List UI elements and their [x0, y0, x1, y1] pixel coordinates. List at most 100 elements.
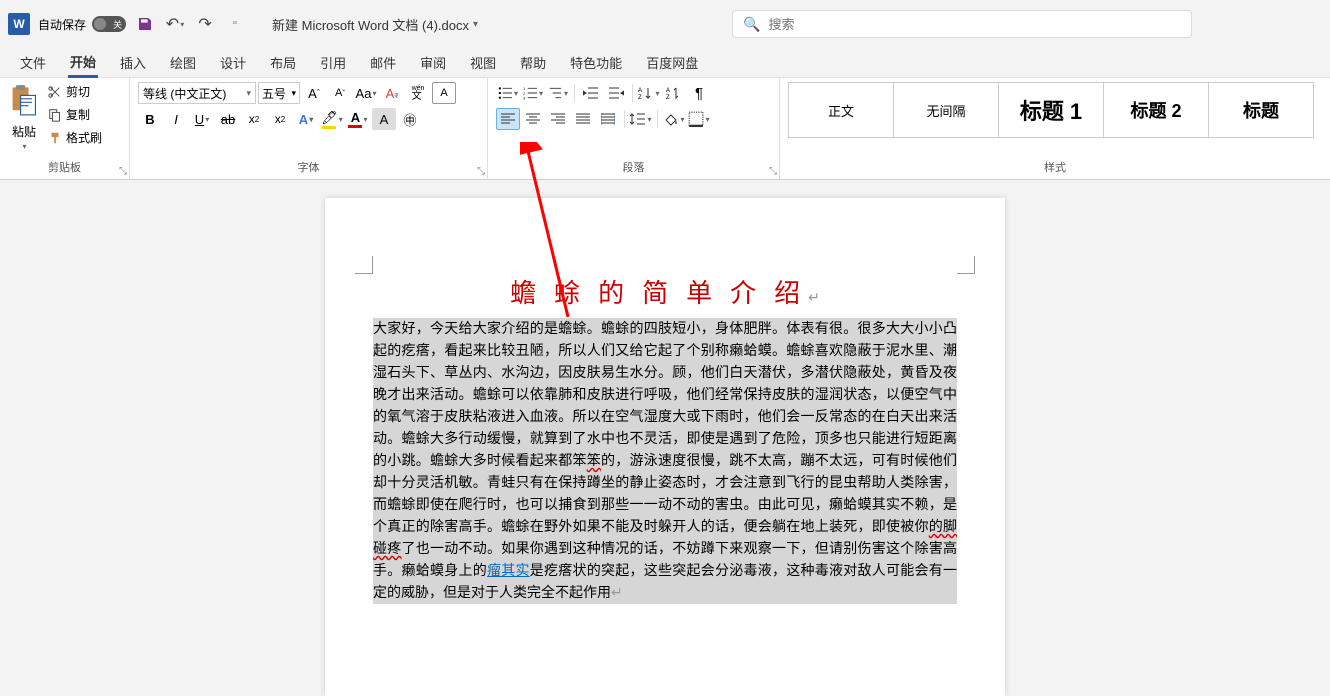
autosave-toggle[interactable]: 自动保存 关 — [38, 16, 126, 33]
tab-layout[interactable]: 布局 — [268, 49, 298, 76]
tab-help[interactable]: 帮助 — [518, 49, 548, 76]
style-no-spacing[interactable]: 无间隔 — [893, 82, 999, 138]
char-border-button[interactable]: A — [432, 82, 456, 104]
tab-file[interactable]: 文件 — [18, 49, 48, 76]
tab-home[interactable]: 开始 — [68, 48, 98, 78]
style-heading2[interactable]: 标题 2 — [1103, 82, 1209, 138]
show-marks-button[interactable]: ¶ — [687, 82, 711, 104]
tab-review[interactable]: 审阅 — [418, 49, 448, 76]
shrink-font-button[interactable]: Aˇ — [328, 82, 352, 104]
align-left-button[interactable] — [496, 108, 520, 130]
clipboard-icon — [10, 84, 38, 121]
document-body[interactable]: 大家好，今天给大家介绍的是蟾蜍。蟾蜍的四肢短小，身体肥胖。体表有很。很多大大小小… — [373, 318, 957, 604]
document-area[interactable]: 蟾蜍的简单介绍↵ 大家好，今天给大家介绍的是蟾蜍。蟾蜍的四肢短小，身体肥胖。体表… — [0, 180, 1330, 696]
chevron-down-icon: ▾ — [22, 142, 26, 151]
highlight-button[interactable]: 🖊▾ — [320, 108, 344, 130]
format-painter-button[interactable]: 格式刷 — [46, 128, 104, 147]
svg-text:3: 3 — [523, 97, 525, 100]
enclose-char-button[interactable]: ㊥ — [398, 108, 422, 130]
styles-gallery[interactable]: 正文 无间隔 标题 1 标题 2 标题 — [788, 82, 1322, 138]
copy-button[interactable]: 复制 — [46, 105, 104, 124]
autosave-label: 自动保存 — [38, 16, 86, 33]
tab-design[interactable]: 设计 — [218, 49, 248, 76]
styles-group-label: 样式 — [788, 159, 1322, 177]
redo-button[interactable]: ↷ — [194, 13, 216, 35]
document-name: 新建 Microsoft Word 文档 (4).docx — [272, 15, 469, 34]
align-distribute-button[interactable] — [596, 108, 620, 130]
borders-button[interactable]: ▾ — [687, 108, 711, 130]
font-color-button[interactable]: A▾ — [346, 108, 370, 130]
format-painter-label: 格式刷 — [66, 129, 102, 146]
ribbon-tabs: 文件 开始 插入 绘图 设计 布局 引用 邮件 审阅 视图 帮助 特色功能 百度… — [0, 48, 1330, 78]
strikethrough-button[interactable]: ab — [216, 108, 240, 130]
search-input[interactable] — [768, 17, 1181, 32]
tab-references[interactable]: 引用 — [318, 49, 348, 76]
sort-button[interactable]: AZ — [662, 82, 686, 104]
bold-button[interactable]: B — [138, 108, 162, 130]
word-app-icon: W — [8, 13, 30, 35]
autosave-state: 关 — [113, 18, 122, 31]
char-shading-button[interactable]: A — [372, 108, 396, 130]
style-heading1[interactable]: 标题 1 — [998, 82, 1104, 138]
style-heading[interactable]: 标题 — [1208, 82, 1314, 138]
grow-font-button[interactable]: Aˆ — [302, 82, 326, 104]
font-size-select[interactable]: 五号 ▾ — [258, 82, 300, 104]
change-case-button[interactable]: Aa▾ — [354, 82, 378, 104]
paragraph-dialog-launcher[interactable]: ⤡ — [769, 166, 777, 177]
clear-format-button[interactable]: Aᵩ — [380, 82, 404, 104]
clipboard-dialog-launcher[interactable]: ⤡ — [119, 166, 127, 177]
svg-text:Z: Z — [666, 95, 670, 101]
superscript-button[interactable]: x2 — [268, 108, 292, 130]
shading-button[interactable]: ▾ — [662, 108, 686, 130]
font-dialog-launcher[interactable]: ⤡ — [477, 166, 485, 177]
qat-customize[interactable]: ⁼ — [224, 13, 246, 35]
search-icon: 🔍 — [743, 16, 760, 33]
bullets-button[interactable]: ▾ — [496, 82, 520, 104]
crop-mark — [355, 256, 373, 274]
subscript-button[interactable]: x2 — [242, 108, 266, 130]
numbering-button[interactable]: 123▾ — [521, 82, 545, 104]
phonetic-button[interactable]: wén文 — [406, 82, 430, 104]
increase-indent-button[interactable] — [604, 82, 628, 104]
multilevel-list-button[interactable]: ▾ — [546, 82, 570, 104]
highlight-icon: 🖊 — [321, 110, 338, 126]
style-normal[interactable]: 正文 — [788, 82, 894, 138]
tab-insert[interactable]: 插入 — [118, 49, 148, 76]
tab-draw[interactable]: 绘图 — [168, 49, 198, 76]
clipboard-group-label: 剪贴板 — [8, 159, 121, 177]
save-button[interactable] — [134, 13, 156, 35]
underline-button[interactable]: U▾ — [190, 108, 214, 130]
decrease-indent-button[interactable] — [579, 82, 603, 104]
crop-mark — [957, 256, 975, 274]
text-effects-button[interactable]: A▾ — [294, 108, 318, 130]
svg-text:1: 1 — [523, 87, 525, 91]
font-name-value: 等线 (中文正文) — [143, 85, 226, 102]
tab-special[interactable]: 特色功能 — [568, 49, 624, 76]
font-name-select[interactable]: 等线 (中文正文) ▾ — [138, 82, 256, 104]
chevron-down-icon: ▾ — [246, 88, 251, 99]
paste-button[interactable]: 粘贴 ▾ — [8, 82, 40, 153]
copy-icon — [48, 108, 62, 122]
align-justify-button[interactable] — [571, 108, 595, 130]
align-right-button[interactable] — [546, 108, 570, 130]
svg-text:A: A — [666, 88, 670, 94]
cut-button[interactable]: 剪切 — [46, 82, 104, 101]
align-center-button[interactable] — [521, 108, 545, 130]
document-heading[interactable]: 蟾蜍的简单介绍↵ — [373, 273, 957, 310]
document-title-dropdown[interactable]: 新建 Microsoft Word 文档 (4).docx ▾ — [272, 15, 478, 34]
svg-text:2: 2 — [523, 92, 525, 96]
tab-baidu[interactable]: 百度网盘 — [644, 49, 700, 76]
chevron-down-icon: ▾ — [291, 88, 296, 99]
tab-view[interactable]: 视图 — [468, 49, 498, 76]
scissors-icon — [48, 85, 62, 99]
bucket-icon — [663, 111, 679, 127]
undo-button[interactable]: ↶▾ — [164, 13, 186, 35]
italic-button[interactable]: I — [164, 108, 188, 130]
search-box[interactable]: 🔍 — [732, 10, 1192, 38]
tab-mailings[interactable]: 邮件 — [368, 49, 398, 76]
font-size-value: 五号 — [262, 85, 286, 102]
line-spacing-button[interactable]: ▾ — [629, 108, 653, 130]
chevron-down-icon: ▾ — [473, 19, 478, 30]
paragraph-group-label: 段落 — [496, 159, 771, 177]
sortaz-button[interactable]: AZ▾ — [637, 82, 661, 104]
